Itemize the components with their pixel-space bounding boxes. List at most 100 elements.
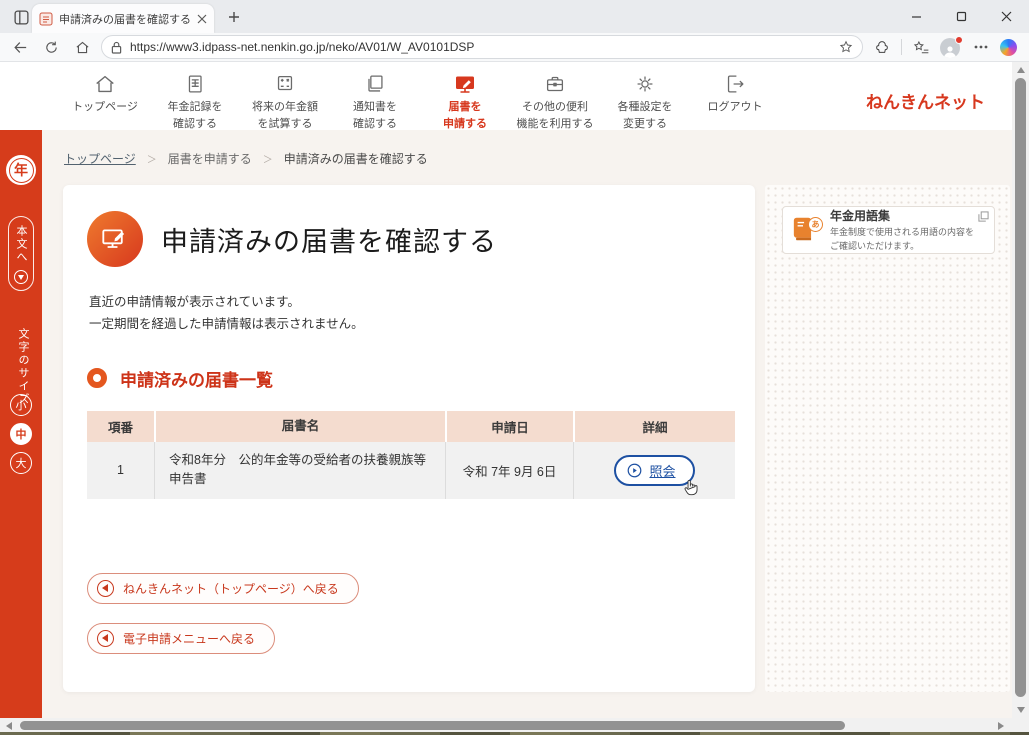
arrow-down-icon — [14, 270, 28, 284]
page-title-icon — [87, 211, 143, 267]
more-menu-icon[interactable] — [969, 35, 993, 59]
glossary-book-icon: あ — [790, 215, 823, 245]
nav-item-logout[interactable]: ログアウト — [690, 70, 780, 117]
column-header: 申請日 — [445, 410, 573, 442]
table-row: 1 令和8年分 公的年金等の受給者の扶養親族等申告書 令和 7年 9月 6日 照… — [87, 441, 735, 499]
nav-item-top-page[interactable]: トップページ — [60, 70, 150, 117]
toolbox-icon — [543, 70, 567, 97]
nav-label: 届書を — [448, 101, 482, 113]
nav-item-estimate[interactable]: 将来の年金額 を試算する — [240, 70, 330, 132]
glossary-link-card[interactable]: あ 年金用語集 年金制度で使用される用語の内容をご確認いただけます。 — [782, 206, 995, 254]
toolbar-divider — [901, 39, 902, 55]
back-arrow-icon — [97, 579, 114, 597]
pension-record-icon — [183, 70, 207, 97]
column-header: 詳細 — [573, 410, 735, 442]
nav-item-pension-record[interactable]: 年金記録を 確認する — [150, 70, 240, 132]
address-bar[interactable]: https://www3.idpass-net.nenkin.go.jp/nek… — [101, 35, 863, 59]
back-to-eapply-menu-button[interactable]: 電子申請メニューへ戻る — [87, 622, 276, 654]
section-title: 申請済みの届書一覧 — [120, 370, 273, 390]
breadcrumb-current: 申請済みの届書を確認する — [283, 152, 428, 166]
vertical-scroll-thumb[interactable] — [1015, 78, 1026, 697]
close-button[interactable] — [984, 0, 1029, 33]
home-icon — [93, 70, 117, 97]
bookmark-star-icon[interactable] — [839, 40, 853, 54]
tab-close-icon[interactable] — [197, 14, 207, 24]
scroll-left-icon[interactable] — [6, 721, 12, 730]
breadcrumb-top-page-link[interactable]: トップページ — [64, 150, 136, 167]
inquiry-label: 照会 — [649, 463, 676, 479]
tab-actions-icon[interactable] — [10, 6, 32, 28]
inquiry-button[interactable]: 照会 — [614, 454, 697, 495]
section-bullet-icon — [87, 368, 107, 389]
notice-icon — [363, 70, 387, 97]
breadcrumb-separator: ＞ — [146, 155, 157, 166]
browser-window: 申請済みの届書を確認する https://www3.idpass-net.nen… — [0, 0, 1029, 735]
tab-strip: 申請済みの届書を確認する — [0, 0, 1029, 33]
column-header: 届書名 — [154, 410, 445, 442]
font-size-small-button[interactable]: 小 — [10, 394, 32, 416]
nav-label: 年金記録を — [167, 101, 223, 113]
new-tab-button[interactable] — [224, 7, 244, 27]
scrollbar-corner — [1012, 718, 1029, 732]
back-button-label: ねんきんネット（トップページ）へ戻る — [123, 581, 339, 596]
nenkin-net-logo: ねんきんネット — [866, 92, 985, 112]
vertical-scrollbar[interactable] — [1012, 62, 1029, 718]
main-content-card: 申請済みの届書を確認する 直近の申請情報が表示されています。 一定期間を経過した… — [63, 185, 755, 692]
refresh-icon[interactable] — [39, 35, 63, 59]
horizontal-scrollbar[interactable] — [0, 718, 1012, 732]
scroll-up-icon[interactable] — [1016, 67, 1025, 73]
maximize-button[interactable] — [939, 0, 984, 33]
scroll-right-icon[interactable] — [998, 721, 1004, 730]
description-line: 直近の申請情報が表示されています。 — [89, 295, 300, 309]
copilot-icon[interactable] — [1000, 38, 1017, 56]
site-info-icon[interactable] — [111, 41, 122, 54]
logout-icon — [723, 70, 747, 97]
font-size-large-button[interactable]: 大 — [10, 452, 32, 474]
notification-dot — [955, 36, 963, 44]
breadcrumb: トップページ ＞ 届書を申請する ＞ 申請済みの届書を確認する — [64, 150, 428, 167]
column-header: 項番 — [107, 420, 133, 435]
nav-label: トップページ — [72, 101, 138, 113]
skip-to-content-button[interactable]: 本文へ — [8, 216, 34, 291]
external-link-icon — [978, 211, 989, 222]
estimate-calculator-icon — [273, 70, 297, 97]
extension-icon[interactable] — [870, 35, 894, 59]
tab-title: 申請済みの届書を確認する — [59, 13, 191, 26]
scroll-down-icon[interactable] — [1016, 707, 1025, 713]
application-date: 令和 7年 9月 6日 — [445, 441, 573, 499]
minimize-button[interactable] — [894, 0, 939, 33]
page-body: 年 本文へ 文字のサイズ 小 中 大 トップページ ＞ 届書を申請する ＞ 申請… — [0, 130, 1013, 718]
nav-label: 通知書を — [353, 101, 397, 113]
settings-gear-icon — [633, 70, 657, 97]
nav-item-application[interactable]: 届書を 申請する — [420, 70, 510, 132]
breadcrumb-separator: ＞ — [262, 155, 273, 166]
nenkin-kiko-logo: 年 — [6, 155, 36, 185]
glossary-magnifier-icon: あ — [808, 217, 823, 232]
site-navigation: トップページ 年金記録を 確認する 将来の年金額 を試算する 通知書を 確認する — [0, 62, 1013, 142]
profile-avatar[interactable] — [940, 36, 963, 58]
home-icon[interactable] — [70, 35, 94, 59]
back-arrow-icon — [97, 629, 114, 647]
back-to-top-page-button[interactable]: ねんきんネット（トップページ）へ戻る — [87, 572, 359, 604]
utility-sidebar: 年 本文へ 文字のサイズ 小 中 大 — [0, 130, 42, 718]
nav-item-notice[interactable]: 通知書を 確認する — [330, 70, 420, 132]
glossary-title: 年金用語集 — [830, 209, 891, 224]
browser-toolbar: https://www3.idpass-net.nenkin.go.jp/nek… — [0, 33, 1029, 62]
browser-tab[interactable]: 申請済みの届書を確認する — [32, 4, 214, 33]
url-text: https://www3.idpass-net.nenkin.go.jp/nek… — [130, 40, 475, 54]
application-icon — [452, 70, 478, 97]
horizontal-scroll-thumb[interactable] — [20, 720, 845, 730]
font-size-medium-button[interactable]: 中 — [10, 423, 32, 445]
back-button-label: 電子申請メニューへ戻る — [123, 631, 256, 646]
page-title: 申請済みの届書を確認する — [161, 226, 497, 257]
back-icon[interactable] — [8, 35, 32, 59]
logo-char: 年 — [14, 162, 28, 178]
nav-label: 各種設定を — [617, 101, 673, 113]
row-number: 1 — [117, 463, 124, 478]
application-table: 項番 届書名 申請日 詳細 1 令和8年分 公的年金等の受給者の扶養親族等申告書… — [87, 410, 735, 499]
favorites-bar-icon[interactable] — [909, 35, 933, 59]
nav-label: その他の便利 — [522, 101, 588, 113]
detail-cell: 照会 — [573, 441, 735, 499]
application-name: 令和8年分 公的年金等の受給者の扶養親族等申告書 — [154, 441, 445, 499]
window-controls — [894, 0, 1029, 33]
